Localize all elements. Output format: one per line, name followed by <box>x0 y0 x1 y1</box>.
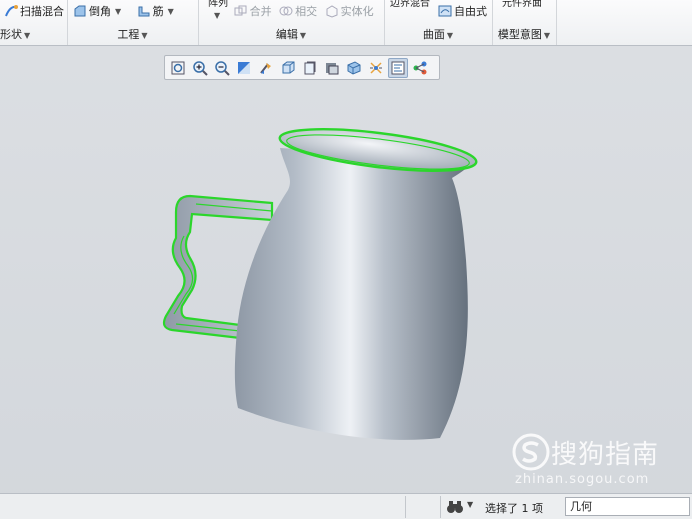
find-binoculars-icon[interactable] <box>446 498 464 516</box>
selection-status-message: 选择了 1 项 <box>485 502 543 515</box>
status-divider <box>440 496 441 518</box>
selection-filter-select[interactable]: 几何 <box>565 497 690 516</box>
watermark-text: 搜狗指南 <box>551 440 660 470</box>
sogou-logo-icon <box>512 433 550 471</box>
status-divider <box>405 496 406 518</box>
mug-body[interactable] <box>234 121 478 440</box>
status-bar: ▼ 选择了 1 项 几何 <box>0 493 692 519</box>
chevron-down-icon[interactable]: ▼ <box>467 500 473 509</box>
selection-filter-value: 几何 <box>570 500 592 513</box>
watermark: 搜狗指南 zhinan.sogou.com <box>505 430 685 490</box>
watermark-url: zhinan.sogou.com <box>515 472 650 487</box>
